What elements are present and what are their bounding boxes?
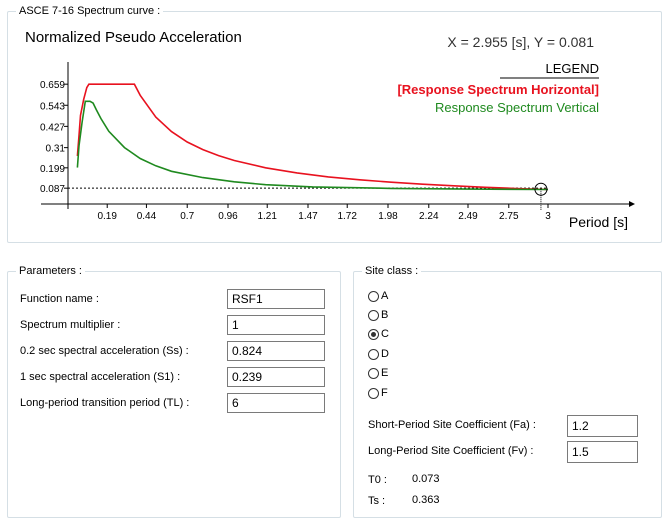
- fa-label: Short-Period Site Coefficient (Fa) :: [368, 419, 536, 431]
- spectrum-chart[interactable]: Normalized Pseudo Acceleration X = 2.955…: [8, 12, 661, 242]
- y-tick-label: 0.543: [40, 101, 65, 112]
- x-tick-label: 0.19: [97, 211, 117, 222]
- site-class-radio-b[interactable]: B: [368, 307, 388, 323]
- radio-circle: [368, 387, 379, 399]
- radio-selected-dot: [371, 331, 376, 337]
- fv-input[interactable]: 1.5: [567, 441, 638, 463]
- radio-circle: [368, 348, 379, 360]
- site-class-radio-f[interactable]: F: [368, 385, 388, 401]
- site-class-radio-e[interactable]: E: [368, 365, 388, 381]
- y-axis-title: Normalized Pseudo Acceleration: [25, 29, 242, 46]
- function-name-input[interactable]: RSF1: [227, 289, 325, 309]
- s1-input[interactable]: 0.239: [227, 367, 325, 387]
- site-class-group-title: Site class :: [362, 264, 422, 278]
- x-axis-title: Period [s]: [569, 214, 628, 230]
- x-tick-label: 1.72: [337, 211, 357, 222]
- ts-label: Ts :: [368, 495, 386, 507]
- radio-label: A: [381, 290, 389, 302]
- cursor-readout: X = 2.955 [s], Y = 0.081: [447, 34, 594, 50]
- parameters-group: Parameters : Function name : RSF1 Spectr…: [7, 264, 341, 518]
- radio-label: D: [381, 348, 389, 360]
- tl-input[interactable]: 6: [227, 393, 325, 413]
- y-tick-label: 0.659: [40, 80, 65, 91]
- ts-value: 0.363: [412, 494, 440, 506]
- spectrum-multiplier-label: Spectrum multiplier :: [20, 319, 121, 331]
- radio-label: C: [381, 328, 389, 340]
- site-class-radio-a[interactable]: A: [368, 288, 388, 304]
- spectrum-multiplier-input[interactable]: 1: [227, 315, 325, 335]
- x-tick-label: 1.47: [298, 211, 318, 222]
- y-tick-label: 0.427: [40, 122, 65, 133]
- ss-label: 0.2 sec spectral acceleration (Ss) :: [20, 345, 189, 357]
- radio-label: B: [381, 309, 389, 321]
- y-tick-label: 0.087: [40, 184, 65, 195]
- x-tick-label: 0.44: [137, 211, 157, 222]
- t0-value: 0.073: [412, 473, 440, 485]
- y-tick-label: 0.199: [40, 164, 65, 175]
- x-tick-label: 1.21: [257, 211, 277, 222]
- x-tick-label: 0.96: [218, 211, 238, 222]
- ss-input[interactable]: 0.824: [227, 341, 325, 361]
- tl-label: Long-period transition period (TL) :: [20, 397, 190, 409]
- spectrum-curve-group: ASCE 7-16 Spectrum curve : Normalized Ps…: [7, 4, 662, 243]
- radio-label: F: [381, 387, 388, 399]
- x-tick-label: 2.24: [419, 211, 439, 222]
- x-tick-label: 3: [545, 211, 551, 222]
- s1-label: 1 sec spectral acceleration (S1) :: [20, 371, 181, 383]
- radio-circle: [368, 367, 379, 379]
- fa-input[interactable]: 1.2: [567, 415, 638, 437]
- function-name-label: Function name :: [20, 293, 99, 305]
- radio-circle: [368, 309, 379, 321]
- t0-label: T0 :: [368, 474, 387, 486]
- x-tick-label: 1.98: [378, 211, 398, 222]
- x-tick-label: 2.75: [499, 211, 519, 222]
- radio-circle-selected: [368, 328, 379, 340]
- site-class-group: Site class : A B C D E F Short-Period Si…: [353, 264, 662, 518]
- site-class-radio-d[interactable]: D: [368, 346, 389, 362]
- parameters-group-title: Parameters :: [16, 264, 85, 278]
- site-class-radio-c[interactable]: C: [368, 326, 389, 342]
- radio-label: E: [381, 367, 389, 379]
- x-tick-label: 2.49: [458, 211, 478, 222]
- y-tick-label: 0.31: [46, 144, 66, 155]
- legend-title: LEGEND: [546, 61, 599, 76]
- legend-entry-vertical: Response Spectrum Vertical: [435, 100, 599, 115]
- x-axis-arrow: [629, 201, 635, 207]
- fv-label: Long-Period Site Coefficient (Fv) :: [368, 445, 534, 457]
- x-tick-label: 0.7: [180, 211, 194, 222]
- radio-circle: [368, 290, 379, 302]
- legend-entry-horizontal: [Response Spectrum Horizontal]: [397, 82, 599, 97]
